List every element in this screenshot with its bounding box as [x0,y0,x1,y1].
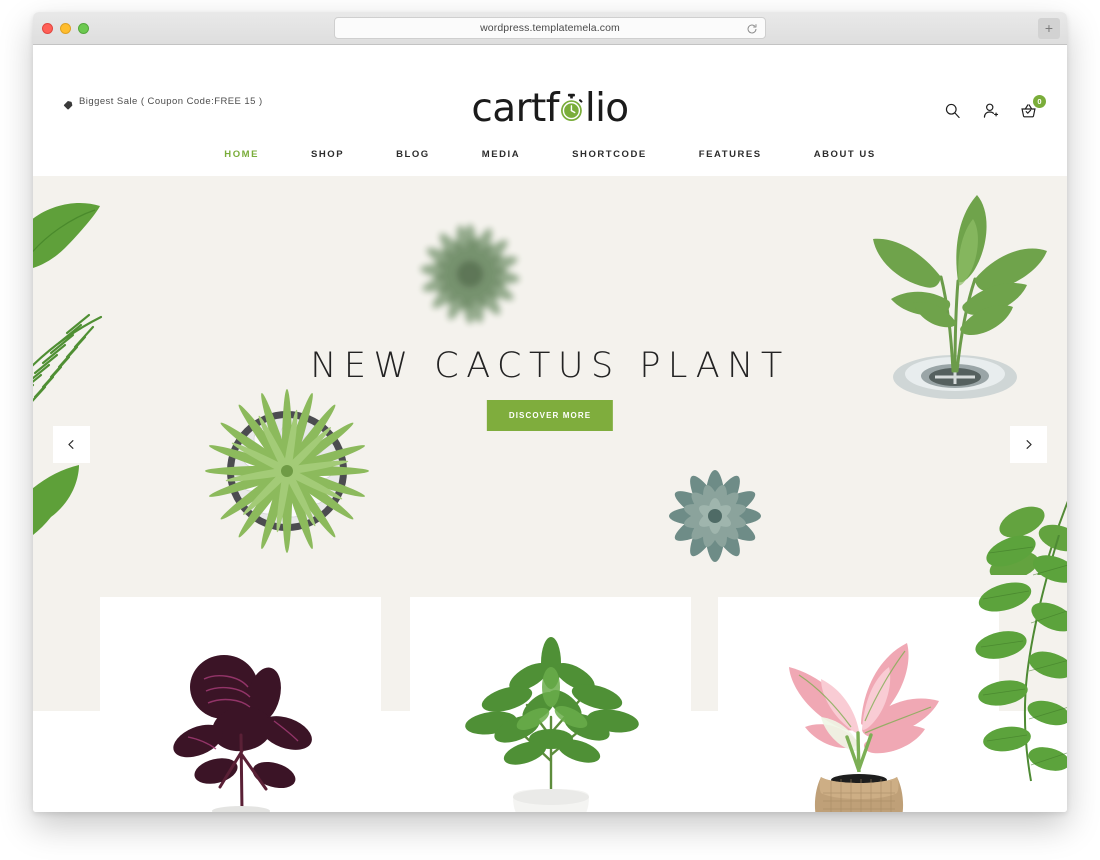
hero-slider: NEW CACTUS PLANT DISCOVER MORE [33,176,1067,575]
spiky-plant-in-stone-pot-icon [201,381,373,556]
product-card[interactable] [100,597,381,812]
cart-count-badge: 0 [1033,95,1046,108]
product-card[interactable] [410,597,691,812]
chevron-left-icon [66,439,77,450]
tag-icon [63,97,73,109]
user-icon[interactable] [982,102,999,119]
fern-left-edge-icon [33,311,103,426]
nav-item-shop[interactable]: SHOP [285,149,370,160]
nav-item-home[interactable]: HOME [198,149,285,160]
featured-products-strip [33,534,1067,812]
maximize-window-button[interactable] [78,23,89,34]
branch-right-edge-icon [972,496,1067,575]
browser-toolbar: wordpress.templatemela.com + [33,12,1067,45]
leaf-left-edge-icon [33,196,100,276]
stopwatch-icon [559,93,585,123]
blue-grey-succulent-icon [658,461,773,566]
window-controls[interactable] [42,23,89,34]
site-header: Biggest Sale ( Coupon Code:FREE 15 ) car… [33,45,1067,176]
header-icon-group: 0 [944,95,1046,119]
product-image-2 [451,621,651,812]
hero-title: NEW CACTUS PLANT [310,346,790,386]
leaf-lower-left-icon [33,461,79,551]
url-text: wordpress.templatemela.com [480,22,620,34]
new-tab-button[interactable]: + [1038,18,1060,39]
slider-next-button[interactable] [1010,426,1047,463]
close-window-button[interactable] [42,23,53,34]
main-navigation: HOME SHOP BLOG MEDIA SHORTCODE FEATURES … [198,149,901,160]
product-card[interactable] [718,597,999,812]
nav-item-shortcode[interactable]: SHORTCODE [546,149,673,160]
plant-in-metal-drain-icon [855,181,1050,411]
minimize-window-button[interactable] [60,23,71,34]
chevron-right-icon [1023,439,1034,450]
logo-text-before: cartf [471,86,559,131]
promo-text: Biggest Sale ( Coupon Code:FREE 15 ) [79,96,263,107]
nav-item-blog[interactable]: BLOG [370,149,456,160]
blurred-agave-plant-icon [405,216,535,326]
cart-icon[interactable]: 0 [1020,95,1046,119]
browser-window: wordpress.templatemela.com + Biggest Sal… [33,12,1067,812]
product-image-1 [146,625,336,812]
slider-prev-button[interactable] [53,426,90,463]
product-image-3 [759,605,959,812]
nav-item-about-us[interactable]: ABOUT US [788,149,902,160]
page-viewport: Biggest Sale ( Coupon Code:FREE 15 ) car… [33,45,1067,812]
address-bar[interactable]: wordpress.templatemela.com [334,17,766,39]
promo-banner: Biggest Sale ( Coupon Code:FREE 15 ) [63,96,263,109]
nav-item-features[interactable]: FEATURES [673,149,788,160]
search-icon[interactable] [944,102,961,119]
reload-icon[interactable] [746,22,758,34]
nav-item-media[interactable]: MEDIA [456,149,546,160]
logo-text-after: lio [584,86,629,131]
discover-more-button[interactable]: DISCOVER MORE [486,400,614,431]
site-logo[interactable]: cartf lio [471,86,629,131]
